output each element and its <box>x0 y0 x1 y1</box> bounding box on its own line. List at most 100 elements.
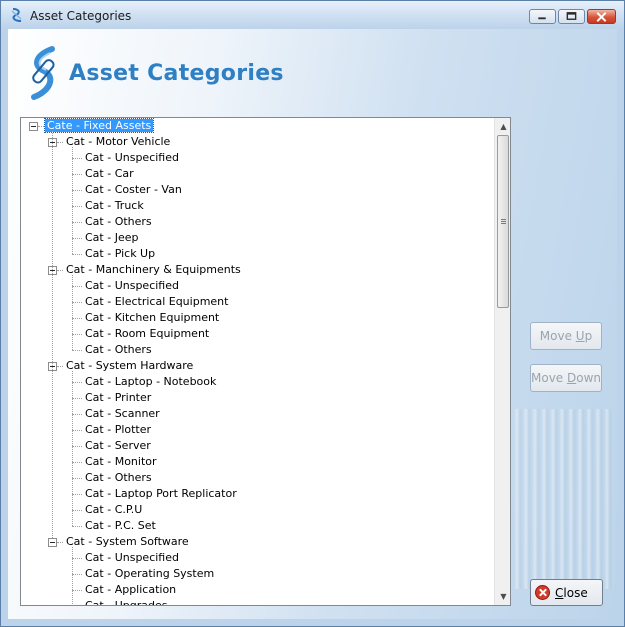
scroll-thumb[interactable] <box>497 135 509 308</box>
scroll-up-icon[interactable]: ▲ <box>495 118 510 135</box>
tree-leaf-node[interactable]: Cat - Upgrades <box>83 598 169 605</box>
tree-node-label: Cat - Plotter <box>85 423 152 436</box>
page-title: Asset Categories <box>69 61 284 86</box>
tree-node-label: Cat - Others <box>85 343 152 356</box>
tree-node-label: Cat - Unspecified <box>85 279 179 292</box>
client-area: Asset Categories Cate - Fixed Assets Cat … <box>8 29 617 619</box>
tree-connector <box>72 206 82 207</box>
tree-connector <box>72 302 82 303</box>
tree-leaf-node[interactable]: Cat - Application <box>83 582 178 598</box>
tree-leaf-node[interactable]: Cat - Electrical Equipment <box>83 294 230 310</box>
tree-connector <box>72 478 82 479</box>
tree-node-label: Cat - Operating System <box>85 567 215 580</box>
tree-connector <box>72 238 82 239</box>
tree-node-label: Cat - Others <box>85 471 152 484</box>
tree-leaf-node[interactable]: Cat - Scanner <box>83 406 162 422</box>
tree-node-label: Cat - Scanner <box>85 407 160 420</box>
move-up-label-post: p <box>584 329 593 343</box>
tree-node-label: Cat - Coster - Van <box>85 183 182 196</box>
tree-node-label: Cat - Monitor <box>85 455 157 468</box>
tree-root-node[interactable]: Cate - Fixed Assets <box>43 118 155 134</box>
title-bar[interactable]: Asset Categories <box>1 1 624 29</box>
tree-connector <box>72 558 82 559</box>
tree-viewport: Cate - Fixed Assets Cat - Motor Vehicle Ca… <box>21 118 493 605</box>
tree-leaf-node[interactable]: Cat - Monitor <box>83 454 159 470</box>
asset-categories-window: Asset Categories Asset Categories Cate -… <box>0 0 625 627</box>
tree-leaf-node[interactable]: Cat - Truck <box>83 198 146 214</box>
move-down-button[interactable]: Move Down <box>530 364 602 392</box>
tree-node-label: Cat - Unspecified <box>85 151 179 164</box>
tree-leaf-node[interactable]: Cat - Unspecified <box>83 150 181 166</box>
collapse-icon[interactable] <box>29 122 38 131</box>
tree-connector <box>72 430 82 431</box>
tree-connector <box>57 142 63 143</box>
tree-node-label: Cat - C.P.U <box>85 503 143 516</box>
grip-icon <box>501 219 506 225</box>
tree-scrollbar[interactable]: ▲ ▼ <box>494 118 510 605</box>
tree-leaf-node[interactable]: Cat - Plotter <box>83 422 153 438</box>
tree-leaf-node[interactable]: Cat - C.P.U <box>83 502 144 518</box>
tree-leaf-node[interactable]: Cat - Printer <box>83 390 153 406</box>
tree-leaf-node[interactable]: Cat - Others <box>83 342 154 358</box>
tree-leaf-node[interactable]: Cat - Others <box>83 470 154 486</box>
tree-node-label: Cat - System Software <box>66 535 189 548</box>
tree-connector <box>72 254 82 255</box>
tree-connector <box>57 542 63 543</box>
window-title: Asset Categories <box>30 9 132 23</box>
tree-leaf-node[interactable]: Cat - Server <box>83 438 153 454</box>
tree-group-node[interactable]: Cat - Manchinery & Equipments <box>64 262 243 278</box>
tree-connector <box>72 494 82 495</box>
tree-node-label: Cat - Unspecified <box>85 551 179 564</box>
tree-leaf-node[interactable]: Cat - Pick Up <box>83 246 157 262</box>
tree-leaf-node[interactable]: Cat - Laptop - Notebook <box>83 374 218 390</box>
tree-connector <box>72 147 73 254</box>
move-up-label-key: U <box>575 329 585 343</box>
tree-leaf-node[interactable]: Cat - Unspecified <box>83 278 181 294</box>
category-tree[interactable]: Cate - Fixed Assets Cat - Motor Vehicle Ca… <box>20 117 511 606</box>
window-close-button[interactable] <box>587 9 616 24</box>
tree-leaf-node[interactable]: Cat - Others <box>83 214 154 230</box>
tree-leaf-node[interactable]: Cat - Car <box>83 166 136 182</box>
tree-connector <box>72 350 82 351</box>
tree-connector <box>72 174 82 175</box>
scroll-down-icon[interactable]: ▼ <box>495 588 510 605</box>
tree-connector <box>72 382 82 383</box>
tree-leaf-node[interactable]: Cat - Coster - Van <box>83 182 184 198</box>
move-down-label-pre: Move <box>531 371 567 385</box>
tree-leaf-node[interactable]: Cat - Room Equipment <box>83 326 211 342</box>
tree-connector <box>72 318 82 319</box>
tree-node-label: Cat - Jeep <box>85 231 139 244</box>
tree-node-label: Cat - Truck <box>85 199 144 212</box>
tree-connector <box>72 222 82 223</box>
tree-connector <box>38 126 44 127</box>
tree-leaf-node[interactable]: Cat - P.C. Set <box>83 518 158 534</box>
tree-group-node[interactable]: Cat - System Software <box>64 534 191 550</box>
asset-logo-icon <box>31 46 55 100</box>
tree-node-label: Cat - Kitchen Equipment <box>85 311 220 324</box>
tree-leaf-node[interactable]: Cat - Unspecified <box>83 550 181 566</box>
tree-node-label: Cat - Electrical Equipment <box>85 295 229 308</box>
maximize-button[interactable] <box>558 9 585 24</box>
collapse-icon[interactable] <box>48 538 57 547</box>
tree-group-node[interactable]: Cat - Motor Vehicle <box>64 134 172 150</box>
tree-connector <box>57 366 63 367</box>
move-down-label-post: own <box>576 371 602 385</box>
tree-leaf-node[interactable]: Cat - Jeep <box>83 230 140 246</box>
tree-node-label: Cat - Others <box>85 215 152 228</box>
tree-connector <box>72 334 82 335</box>
minimize-button[interactable] <box>529 9 556 24</box>
tree-connector <box>72 286 82 287</box>
tree-node-label: Cat - Upgrades <box>83 599 169 605</box>
tree-connector <box>72 371 73 526</box>
move-up-button[interactable]: Move Up <box>530 322 602 350</box>
tree-leaf-node[interactable]: Cat - Kitchen Equipment <box>83 310 221 326</box>
tree-node-label: Cat - Room Equipment <box>85 327 210 340</box>
tree-connector <box>72 574 82 575</box>
tree-connector <box>72 275 73 350</box>
tree-leaf-node[interactable]: Cat - Operating System <box>83 566 216 582</box>
tree-leaf-node[interactable]: Cat - Laptop Port Replicator <box>83 486 239 502</box>
close-icon <box>535 585 550 600</box>
tree-group-node[interactable]: Cat - System Hardware <box>64 358 195 374</box>
tree-node-label: Cat - P.C. Set <box>85 519 156 532</box>
close-button[interactable]: Close <box>530 579 603 606</box>
